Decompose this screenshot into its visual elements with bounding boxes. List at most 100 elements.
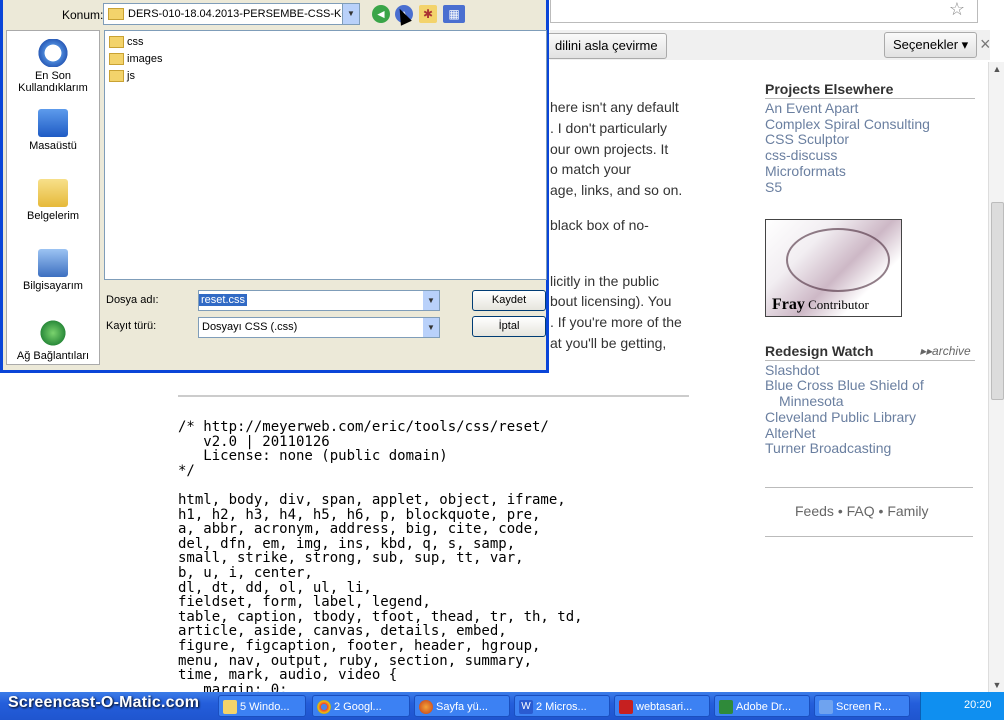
cancel-button[interactable]: İptal <box>472 316 546 337</box>
location-value: DERS-010-18.04.2013-PERSEMBE-CSS-KO <box>128 8 350 20</box>
fray-banner[interactable]: Fray Contributor <box>765 219 902 317</box>
feeds-link[interactable]: Feeds <box>795 503 834 519</box>
clock-icon <box>38 39 68 67</box>
project-link[interactable]: Complex Spiral Consulting <box>765 116 930 132</box>
redesign-link[interactable]: Turner Broadcasting <box>765 440 891 456</box>
article-text-line: black box of no- <box>550 217 649 233</box>
redesign-link[interactable]: Minnesota <box>779 393 844 409</box>
archive-label: archive <box>932 344 971 358</box>
address-bar[interactable] <box>550 0 978 23</box>
taskbar-button[interactable]: 2 Googl... <box>312 695 410 717</box>
folder-name: images <box>127 53 163 65</box>
filetype-value: Dosyayı CSS (.css) <box>202 321 298 333</box>
save-button[interactable]: Kaydet <box>472 290 546 311</box>
redesign-link[interactable]: AlterNet <box>765 425 816 441</box>
chevron-down-icon[interactable]: ▼ <box>423 291 439 310</box>
task-label: webtasari... <box>636 701 693 713</box>
article-text-line: bout licensing). You <box>550 293 672 309</box>
scroll-down-icon[interactable]: ▼ <box>989 678 1004 692</box>
folder-name: js <box>127 70 135 82</box>
place-label: Masaüstü <box>29 140 77 152</box>
folder-item[interactable]: css <box>109 36 144 49</box>
filename-label: Dosya adı: <box>106 294 159 306</box>
sidebar-footer: Feeds • FAQ • Family <box>795 503 929 519</box>
location-select[interactable]: DERS-010-18.04.2013-PERSEMBE-CSS-KO ▼ <box>103 3 360 25</box>
folder-item[interactable]: images <box>109 53 163 66</box>
article-text-line: our own projects. It <box>550 141 669 157</box>
scroll-up-icon[interactable]: ▲ <box>989 62 1004 76</box>
taskbar-button[interactable]: Screen R... <box>814 695 910 717</box>
location-label: Konum: <box>62 8 104 22</box>
pdf-icon <box>619 700 633 715</box>
redesign-link[interactable]: Blue Cross Blue Shield of <box>765 377 924 393</box>
article-text-line: o match your <box>550 161 631 177</box>
chevron-down-icon[interactable]: ▼ <box>423 318 439 337</box>
never-translate-button[interactable]: dilini asla çevirme <box>546 33 667 59</box>
places-desktop[interactable]: Masaüstü <box>7 109 99 152</box>
sidebar-divider <box>765 536 973 537</box>
chevron-down-icon: ▾ <box>961 37 969 52</box>
place-label: Bilgisayarım <box>23 280 83 292</box>
dreamweaver-icon <box>719 700 733 715</box>
project-link[interactable]: An Event Apart <box>765 100 858 116</box>
redesign-link[interactable]: Slashdot <box>765 362 819 378</box>
close-icon[interactable]: × <box>980 34 991 55</box>
places-documents[interactable]: Belgelerim <box>7 179 99 222</box>
filetype-select[interactable]: Dosyayı CSS (.css) ▼ <box>198 317 440 338</box>
folder-name: css <box>127 36 144 48</box>
places-recent[interactable]: En Son Kullandıklarım <box>7 39 99 94</box>
fray-caption: Fray Contributor <box>772 296 869 314</box>
projects-heading: Projects Elsewhere <box>765 81 975 99</box>
taskbar-button[interactable]: 5 Windo... <box>218 695 306 717</box>
task-label: Sayfa yü... <box>436 701 488 713</box>
task-label: 5 Windo... <box>240 701 290 713</box>
chrome-icon <box>317 700 331 715</box>
back-icon[interactable]: ◄ <box>372 5 390 23</box>
project-link[interactable]: css-discuss <box>765 147 837 163</box>
redesign-link[interactable]: Cleveland Public Library <box>765 409 916 425</box>
filename-input[interactable]: reset.css ▼ <box>198 290 440 311</box>
taskbar-button[interactable]: webtasari... <box>614 695 710 717</box>
divider <box>178 395 689 397</box>
taskbar-button[interactable]: W2 Micros... <box>514 695 610 717</box>
computer-icon <box>38 249 68 277</box>
project-link[interactable]: S5 <box>765 179 782 195</box>
project-link[interactable]: Microformats <box>765 163 846 179</box>
places-bar: En Son Kullandıklarım Masaüstü Belgeleri… <box>6 30 100 365</box>
archive-link[interactable]: ▸▸archive <box>920 344 971 358</box>
family-link[interactable]: Family <box>887 503 928 519</box>
task-label: Adobe Dr... <box>736 701 792 713</box>
project-link[interactable]: CSS Sculptor <box>765 131 849 147</box>
code-block: /* http://meyerweb.com/eric/tools/css/re… <box>178 419 583 698</box>
view-menu-icon[interactable]: ▦ <box>443 5 465 23</box>
task-label: 2 Micros... <box>536 701 587 713</box>
chevron-down-icon[interactable]: ▼ <box>342 4 359 24</box>
firefox-icon <box>419 700 433 715</box>
taskbar-button[interactable]: Sayfa yü... <box>414 695 510 717</box>
options-button[interactable]: Seçenekler ▾ <box>884 32 978 58</box>
vertical-scrollbar[interactable]: ▲ ▼ <box>988 62 1004 692</box>
window-icon <box>819 700 833 715</box>
places-network[interactable]: Ağ Bağlantıları <box>7 319 99 362</box>
clock: 20:20 <box>964 699 992 711</box>
desktop-icon <box>38 109 68 137</box>
faq-link[interactable]: FAQ <box>847 503 875 519</box>
article-text-line: . If you're more of the <box>550 314 682 330</box>
watermark: Screencast-O-Matic.com <box>8 694 200 711</box>
network-globe-icon <box>38 319 68 347</box>
folder-item[interactable]: js <box>109 70 135 83</box>
places-computer[interactable]: Bilgisayarım <box>7 249 99 292</box>
bookmark-star-icon[interactable]: ☆ <box>946 0 968 20</box>
place-label: Ağ Bağlantıları <box>16 350 90 362</box>
options-label: Seçenekler <box>893 37 959 52</box>
article-text-line: licitly in the public <box>550 273 659 289</box>
separator: • <box>837 503 843 519</box>
file-list[interactable]: css images js <box>104 30 547 280</box>
scrollbar-thumb[interactable] <box>991 202 1004 400</box>
documents-icon <box>38 179 68 207</box>
double-arrow-icon: ▸▸ <box>920 344 933 358</box>
taskbar-button[interactable]: Adobe Dr... <box>714 695 810 717</box>
new-folder-icon[interactable]: ✱ <box>419 5 437 23</box>
article-text-line: age, links, and so on. <box>550 182 683 198</box>
sidebar-divider <box>765 487 973 488</box>
